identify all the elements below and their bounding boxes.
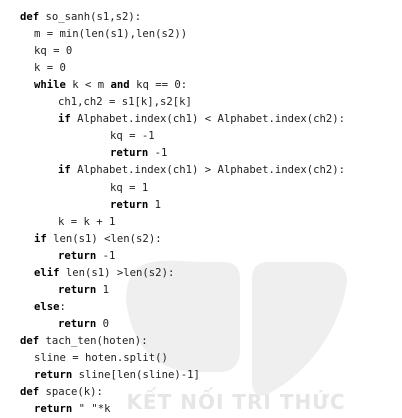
code-text: k = k + 1 xyxy=(58,215,116,228)
code-text: k < m xyxy=(65,79,111,92)
code-line: else: xyxy=(34,299,66,316)
code-keyword: if xyxy=(58,164,71,177)
code-keyword: return xyxy=(110,147,149,160)
code-keyword: return xyxy=(58,317,97,330)
watermark-leaf-right xyxy=(252,262,348,396)
code-text: so_sanh(s1,s2): xyxy=(39,11,142,23)
code-line: kq = -1 xyxy=(110,128,155,145)
code-keyword: return xyxy=(110,198,149,211)
code-keyword: while xyxy=(34,79,66,92)
code-line: return 1 xyxy=(58,282,109,299)
code-line: if len(s1) <len(s2): xyxy=(34,231,162,248)
code-text: : xyxy=(59,300,66,313)
code-keyword: def xyxy=(20,334,40,347)
watermark-text: KẾT NỐI TRI THỨC xyxy=(126,388,345,409)
code-text: k = 0 xyxy=(34,62,66,75)
code-text: kq = -1 xyxy=(110,130,155,143)
code-keyword: else xyxy=(34,300,60,313)
code-text: " "*k xyxy=(72,403,111,416)
code-line: return 0 xyxy=(58,316,109,333)
code-keyword: if xyxy=(58,113,71,126)
code-keyword: def xyxy=(20,11,40,23)
code-line: m = min(len(s1),len(s2)) xyxy=(34,26,187,43)
code-text: space(k): xyxy=(39,386,103,399)
code-text: m = min(len(s1),len(s2)) xyxy=(34,28,188,41)
code-text: 1 xyxy=(96,283,110,296)
code-line: return -1 xyxy=(58,248,115,265)
code-keyword: def xyxy=(20,386,40,399)
code-keyword: if xyxy=(34,232,47,245)
code-line: kq = 0 xyxy=(34,43,72,60)
code-text: Alphabet.index(ch1) > Alphabet.index(ch2… xyxy=(70,164,346,177)
code-text: kq = 1 xyxy=(110,181,149,194)
code-text: sline = hoten.split() xyxy=(34,352,168,364)
code-line: def space(k): xyxy=(20,384,103,401)
code-line: return " "*k xyxy=(34,401,111,418)
code-text: kq == 0: xyxy=(129,79,188,92)
code-line: ch1,ch2 = s1[k],s2[k] xyxy=(58,94,192,111)
code-text: 0 xyxy=(96,317,110,330)
code-text: sline[len(sline)-1] xyxy=(72,369,200,382)
code-keyword: return xyxy=(34,403,73,416)
code-line: if Alphabet.index(ch1) > Alphabet.index(… xyxy=(58,162,345,179)
code-line: kq = 1 xyxy=(110,180,148,197)
code-keyword: return xyxy=(58,249,97,262)
code-line: elif len(s1) >len(s2): xyxy=(34,265,174,282)
code-line: return 1 xyxy=(110,197,161,214)
code-text: 1 xyxy=(148,198,162,211)
code-text: len(s1) >len(s2): xyxy=(59,266,175,279)
code-line: k = k + 1 xyxy=(58,214,115,231)
code-keyword: return xyxy=(58,283,97,296)
code-keyword: and xyxy=(110,79,130,92)
code-line: def tach_ten(hoten): xyxy=(20,333,148,350)
code-line: while k < m and kq == 0: xyxy=(34,77,187,94)
code-line: sline = hoten.split() xyxy=(34,350,168,367)
code-text: tach_ten(hoten): xyxy=(39,334,148,347)
code-keyword: return xyxy=(34,369,73,382)
code-line: return sline[len(sline)-1] xyxy=(34,367,200,384)
code-line: k = 0 xyxy=(34,60,66,77)
code-text: kq = 0 xyxy=(34,45,73,58)
code-line: return -1 xyxy=(110,145,167,162)
code-text: -1 xyxy=(148,147,168,160)
code-text: len(s1) <len(s2): xyxy=(46,232,162,245)
code-line: def so_sanh(s1,s2): xyxy=(20,9,141,26)
code-text: Alphabet.index(ch1) < Alphabet.index(ch2… xyxy=(70,113,346,126)
code-line: if Alphabet.index(ch1) < Alphabet.index(… xyxy=(58,111,345,128)
code-text: -1 xyxy=(96,249,116,262)
code-text: ch1,ch2 = s1[k],s2[k] xyxy=(58,96,192,109)
code-keyword: elif xyxy=(34,266,60,279)
